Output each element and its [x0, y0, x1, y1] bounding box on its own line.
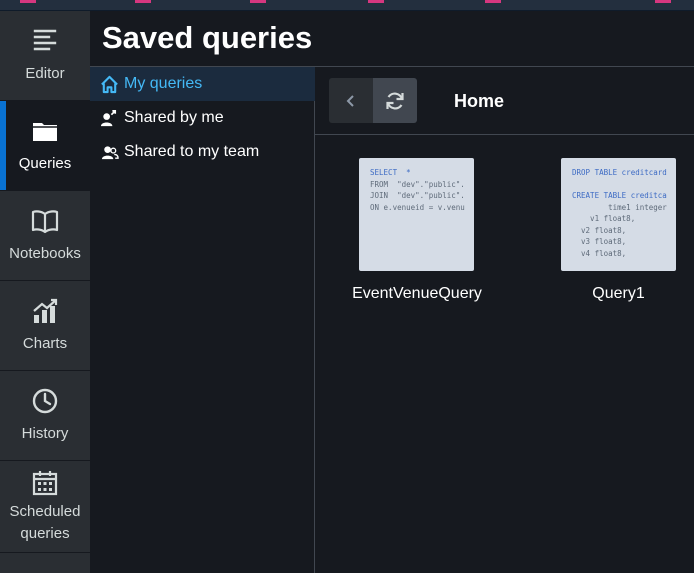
- rail-item-label: Editor: [25, 64, 65, 82]
- folder-item-shared-by-me[interactable]: Shared by me: [90, 101, 315, 135]
- tab-marker: [20, 0, 36, 3]
- folder-icon: [33, 122, 57, 141]
- preview-line: ON e.venueid = v.venu: [370, 202, 465, 212]
- page-title: Saved queries: [102, 20, 313, 55]
- query-preview-code: DROP TABLE creditcard CREATE TABLE credi…: [572, 167, 676, 259]
- preview-line: CREATE TABLE creditca: [572, 191, 667, 200]
- preview-line: time1 integer: [572, 202, 667, 212]
- rail-item-editor[interactable]: Editor: [0, 11, 90, 101]
- clock-icon: [32, 388, 58, 413]
- left-navigation-rail: Editor Queries Notebooks Charts History: [0, 11, 90, 573]
- rail-item-charts[interactable]: Charts: [0, 281, 90, 371]
- folder-item-label: Shared to my team: [124, 143, 260, 160]
- query-preview-thumbnail[interactable]: DROP TABLE creditcard CREATE TABLE credi…: [561, 158, 676, 271]
- book-icon: [31, 209, 59, 233]
- page-header: Saved queries: [90, 11, 694, 67]
- tab-marker: [135, 0, 151, 3]
- rail-item-history[interactable]: History: [0, 371, 90, 461]
- rail-item-label: Charts: [22, 334, 68, 352]
- breadcrumb: Home: [454, 91, 505, 111]
- rail-item-label: Queries: [18, 154, 72, 172]
- preview-line: v1 float8,: [572, 214, 636, 223]
- chevron-left-icon: [346, 94, 354, 107]
- folder-item-shared-to-my-team[interactable]: Shared to my team: [90, 135, 315, 169]
- preview-line: SELECT *: [370, 168, 411, 177]
- back-button[interactable]: [329, 78, 373, 123]
- preview-line: v4 float8,: [572, 248, 627, 258]
- tab-marker: [485, 0, 501, 3]
- query-name[interactable]: EventVenueQuery: [352, 285, 482, 303]
- query-preview-thumbnail[interactable]: SELECT * FROM "dev"."public". JOIN "dev"…: [359, 158, 474, 271]
- preview-line: FROM "dev"."public".: [370, 179, 465, 189]
- editor-icon: [33, 29, 57, 50]
- users-icon: [101, 145, 119, 159]
- tab-marker: [250, 0, 266, 3]
- rail-item-queries[interactable]: Queries: [0, 101, 90, 191]
- tab-marker: [368, 0, 384, 3]
- tab-marker: [655, 0, 671, 3]
- chart-icon: [33, 298, 58, 323]
- rail-item-label: queries: [20, 524, 70, 542]
- content-toolbar: Home: [315, 67, 694, 135]
- rail-item-label: History: [21, 424, 69, 442]
- top-navigation-bar: [0, 0, 694, 11]
- user-share-icon: [100, 109, 117, 126]
- folder-item-label: Shared by me: [124, 109, 224, 126]
- calendar-icon: [32, 470, 58, 495]
- rail-item-label: Scheduled: [9, 502, 81, 520]
- preview-line: DROP TABLE creditcard: [572, 168, 667, 177]
- query-name[interactable]: Query1: [561, 285, 676, 303]
- folder-item-my-queries[interactable]: My queries: [90, 67, 315, 101]
- refresh-icon: [386, 92, 404, 109]
- query-folder-panel: My queries Shared by me Shared to my tea…: [90, 67, 315, 573]
- rail-item-label: Notebooks: [9, 244, 81, 262]
- rail-item-notebooks[interactable]: Notebooks: [0, 191, 90, 281]
- query-preview-code: SELECT * FROM "dev"."public". JOIN "dev"…: [370, 167, 474, 213]
- preview-line: v3 float8,: [572, 237, 627, 246]
- home-icon: [101, 75, 118, 93]
- rail-item-scheduled-queries[interactable]: Scheduled queries: [0, 461, 90, 553]
- preview-line: v2 float8,: [572, 225, 627, 235]
- refresh-button[interactable]: [373, 78, 417, 123]
- folder-item-label: My queries: [124, 75, 203, 92]
- preview-line: JOIN "dev"."public".: [370, 191, 465, 200]
